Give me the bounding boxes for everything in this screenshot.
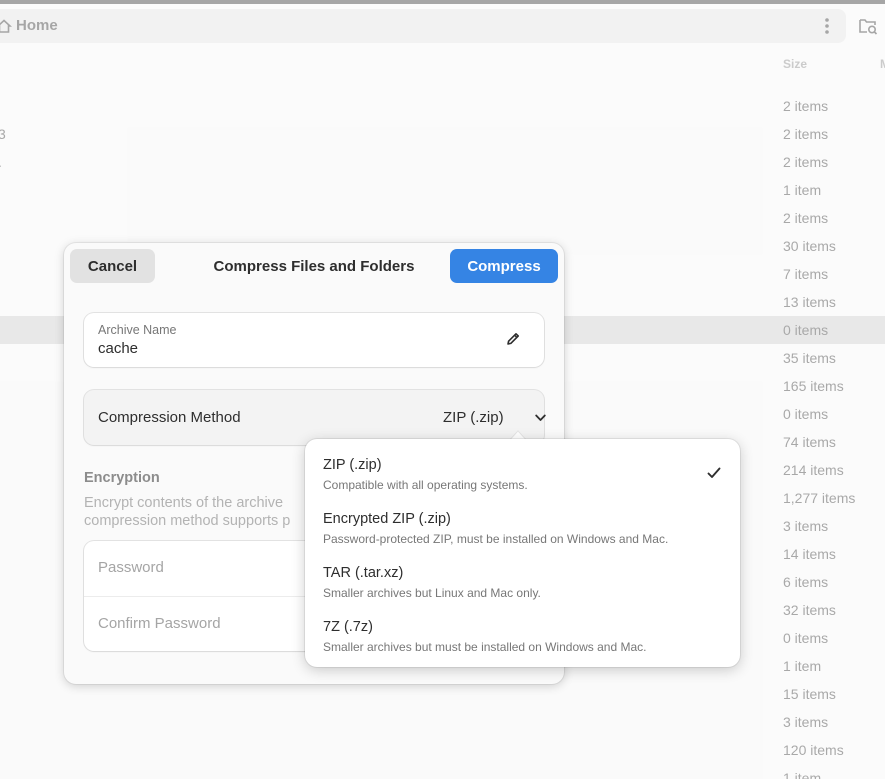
compression-method-value[interactable]: ZIP (.zip) xyxy=(443,409,504,426)
checkmark-icon xyxy=(707,467,721,478)
compression-option[interactable]: Encrypted ZIP (.zip) Password-protected Z… xyxy=(305,495,740,549)
archive-name-row[interactable]: Archive Name xyxy=(84,313,544,367)
dialog-header: Cancel Compress Files and Folders Compre… xyxy=(64,243,564,289)
archive-name-input[interactable] xyxy=(98,340,478,357)
compression-option-subtitle: Smaller archives but Linux and Mac only. xyxy=(323,586,541,600)
compression-method-popover: ZIP (.zip) Compatible with all operating … xyxy=(305,439,740,667)
compression-option-subtitle: Smaller archives but must be installed o… xyxy=(323,640,647,654)
pencil-edit-icon[interactable] xyxy=(505,331,521,347)
archive-name-label: Archive Name xyxy=(98,323,177,337)
confirm-password-input[interactable] xyxy=(98,615,298,632)
chevron-down-icon[interactable] xyxy=(535,414,546,422)
compression-option-title: TAR (.tar.xz) xyxy=(323,565,404,581)
compression-option-subtitle: Compatible with all operating systems. xyxy=(323,478,528,492)
compression-option-title: 7Z (.7z) xyxy=(323,619,373,635)
encryption-title: Encryption xyxy=(84,470,160,486)
compression-option-subtitle: Password-protected ZIP, must be installe… xyxy=(323,532,669,546)
compress-button[interactable]: Compress xyxy=(450,249,558,283)
compression-method-row[interactable]: Compression Method ZIP (.zip) xyxy=(84,390,546,445)
compression-method-label: Compression Method xyxy=(98,409,241,426)
encryption-description-line-1: Encrypt contents of the archive xyxy=(84,495,284,511)
compression-option-title: ZIP (.zip) xyxy=(323,457,382,473)
compression-option[interactable]: ZIP (.zip) Compatible with all operating … xyxy=(305,441,740,495)
compression-option-title: Encrypted ZIP (.zip) xyxy=(323,511,451,527)
cancel-button[interactable]: Cancel xyxy=(70,249,155,283)
password-input[interactable] xyxy=(98,559,298,576)
encryption-description-line-2: compression method supports p xyxy=(84,513,291,529)
encryption-description: Encrypt contents of the archive compress… xyxy=(84,494,314,530)
compression-option[interactable]: TAR (.tar.xz) Smaller archives but Linux … xyxy=(305,549,740,603)
compression-option[interactable]: 7Z (.7z) Smaller archives but must be ins… xyxy=(305,603,740,657)
